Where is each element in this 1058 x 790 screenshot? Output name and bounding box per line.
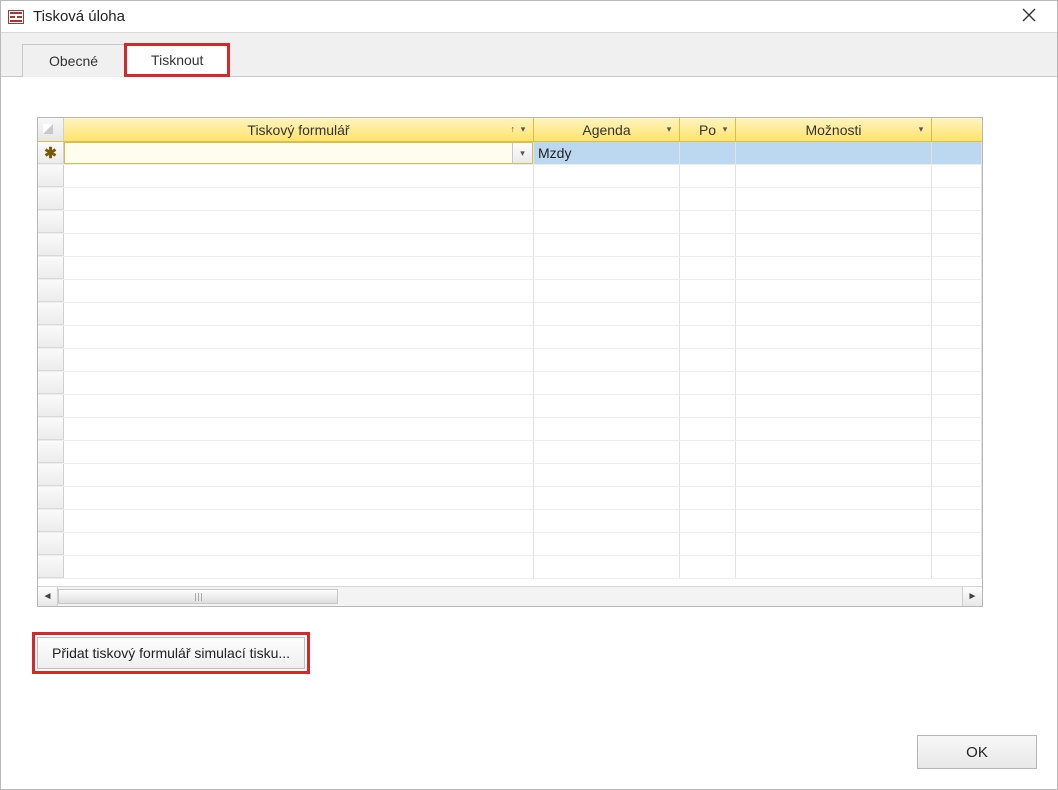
cell-po[interactable] <box>680 142 736 164</box>
column-header-spacer <box>932 118 982 141</box>
tab-label: Tisknout <box>151 52 203 68</box>
column-label: Agenda <box>582 122 630 138</box>
data-grid[interactable]: Tiskový formulář ↑ ▾ Agenda ▾ Po ▾ Možno… <box>37 117 983 607</box>
button-label: Přidat tiskový formulář simulací tisku..… <box>52 645 290 661</box>
column-label: Po <box>699 122 716 138</box>
cell-agenda[interactable]: Mzdy <box>534 142 680 164</box>
select-all-corner[interactable] <box>38 118 64 141</box>
table-row-new[interactable]: ✱ ▾ Mzdy <box>38 142 982 165</box>
column-header-moznosti[interactable]: Možnosti ▾ <box>736 118 932 141</box>
app-icon <box>7 8 25 26</box>
filter-dropdown-icon[interactable]: ▾ <box>719 122 731 136</box>
dialog-footer: OK <box>1 729 1057 789</box>
close-icon <box>1022 6 1036 27</box>
table-row-empty <box>38 372 982 395</box>
table-row-empty <box>38 211 982 234</box>
tab-obecne[interactable]: Obecné <box>22 44 125 77</box>
table-row-empty <box>38 533 982 556</box>
dialog-window: Tisková úloha Obecné Tisknout Tiskový fo… <box>0 0 1058 790</box>
scroll-thumb[interactable] <box>58 589 338 604</box>
tabpanel-tisknout: Tiskový formulář ↑ ▾ Agenda ▾ Po ▾ Možno… <box>1 77 1057 729</box>
tabstrip: Obecné Tisknout <box>1 33 1057 77</box>
sort-asc-icon: ↑ <box>511 124 516 134</box>
cell-form[interactable]: ▾ <box>64 142 534 164</box>
table-row-empty <box>38 349 982 372</box>
table-row-empty <box>38 441 982 464</box>
tab-tisknout[interactable]: Tisknout <box>124 43 230 77</box>
scroll-track[interactable] <box>58 587 962 606</box>
table-row-empty <box>38 234 982 257</box>
filter-dropdown-icon[interactable]: ▾ <box>663 122 675 136</box>
cell-spacer <box>932 142 982 164</box>
close-button[interactable] <box>1007 2 1051 32</box>
table-row-empty <box>38 556 982 579</box>
triangle-left-icon: ◄ <box>43 591 53 602</box>
scroll-right-button[interactable]: ► <box>962 587 982 606</box>
column-header-po[interactable]: Po ▾ <box>680 118 736 141</box>
column-label: Tiskový formulář <box>247 122 349 138</box>
window-title: Tisková úloha <box>33 8 1007 25</box>
horizontal-scrollbar[interactable]: ◄ ► <box>38 586 982 606</box>
cell-moznosti[interactable] <box>736 142 932 164</box>
filter-dropdown-icon[interactable]: ▾ <box>517 122 529 136</box>
chevron-down-icon: ▾ <box>520 148 525 159</box>
table-row-empty <box>38 280 982 303</box>
table-row-empty <box>38 510 982 533</box>
table-row-empty <box>38 165 982 188</box>
column-header-agenda[interactable]: Agenda ▾ <box>534 118 680 141</box>
combobox-dropdown-button[interactable]: ▾ <box>512 143 532 163</box>
grid-header: Tiskový formulář ↑ ▾ Agenda ▾ Po ▾ Možno… <box>38 118 982 142</box>
table-row-empty <box>38 464 982 487</box>
column-label: Možnosti <box>805 122 861 138</box>
table-row-empty <box>38 418 982 441</box>
add-form-sim-button[interactable]: Přidat tiskový formulář simulací tisku..… <box>37 637 305 669</box>
tab-label: Obecné <box>49 53 98 69</box>
button-label: OK <box>966 744 988 761</box>
scroll-left-button[interactable]: ◄ <box>38 587 58 606</box>
titlebar: Tisková úloha <box>1 1 1057 33</box>
grid-body: ✱ ▾ Mzdy <box>38 142 982 586</box>
table-row-empty <box>38 303 982 326</box>
form-combobox[interactable]: ▾ <box>64 142 533 164</box>
table-row-empty <box>38 188 982 211</box>
body: Obecné Tisknout Tiskový formulář ↑ ▾ Age… <box>1 33 1057 789</box>
cell-value: Mzdy <box>538 145 571 161</box>
table-row-empty <box>38 326 982 349</box>
ok-button[interactable]: OK <box>917 735 1037 769</box>
table-row-empty <box>38 257 982 280</box>
new-row-icon[interactable]: ✱ <box>38 142 64 164</box>
column-header-form[interactable]: Tiskový formulář ↑ ▾ <box>64 118 534 141</box>
triangle-right-icon: ► <box>968 591 978 602</box>
table-row-empty <box>38 395 982 418</box>
filter-dropdown-icon[interactable]: ▾ <box>915 122 927 136</box>
table-row-empty <box>38 487 982 510</box>
